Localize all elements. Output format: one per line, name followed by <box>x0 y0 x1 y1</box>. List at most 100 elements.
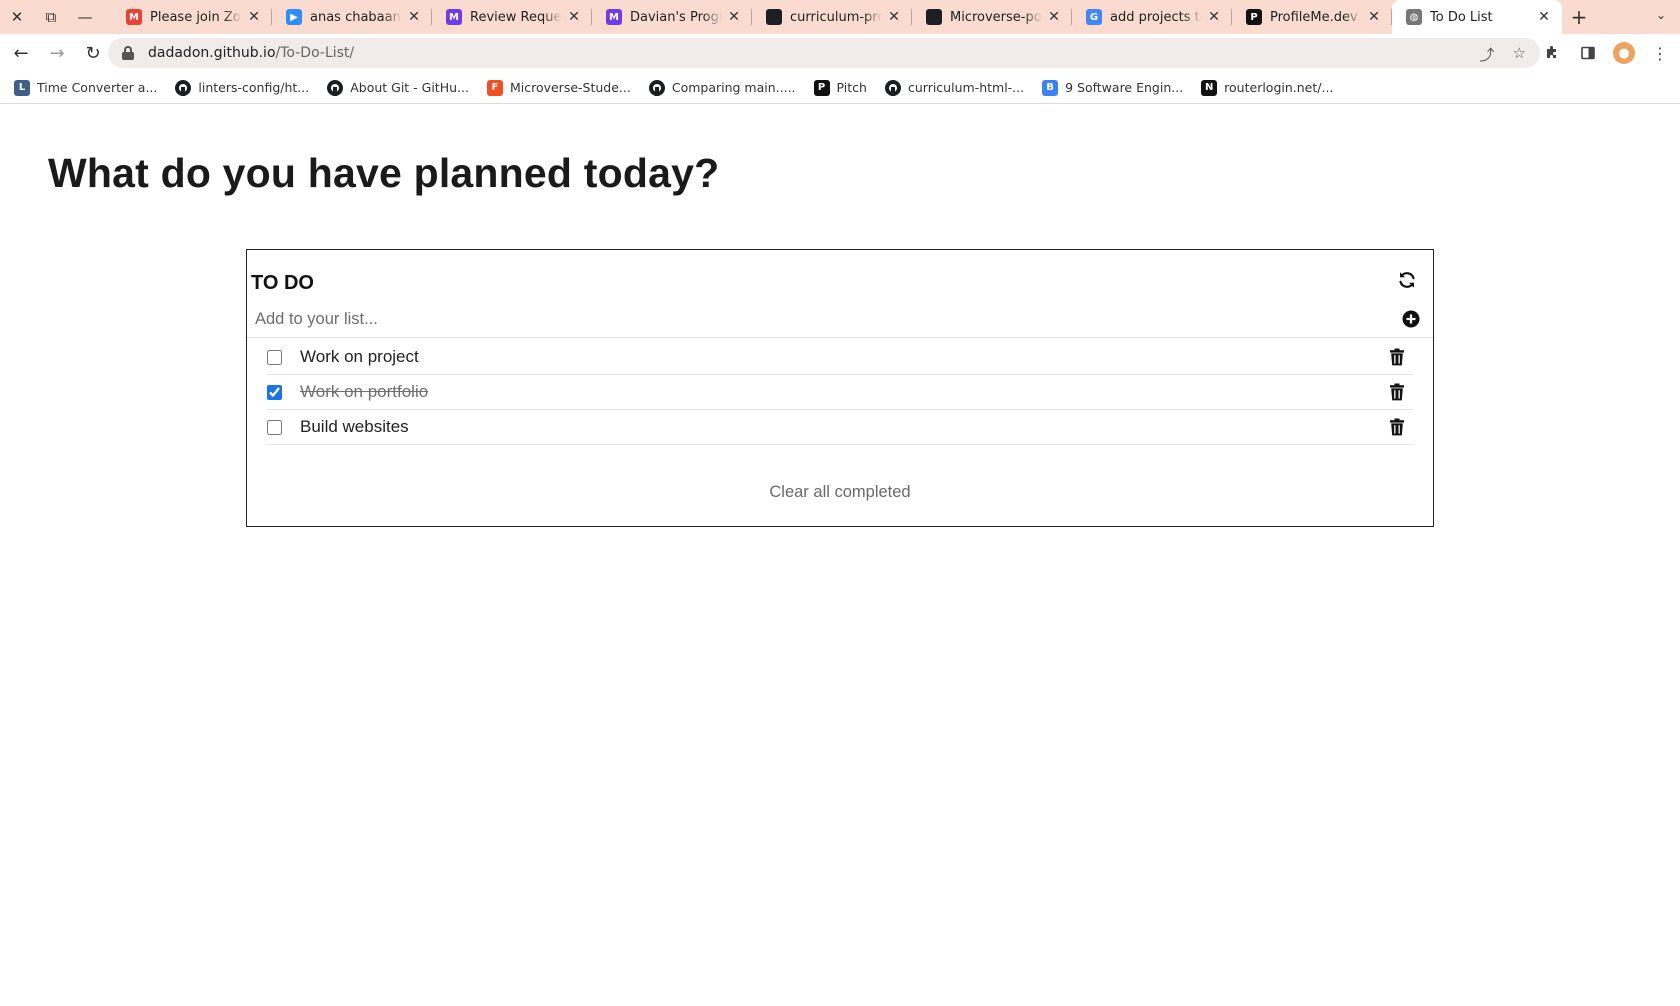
minimize-window-icon[interactable]: — <box>68 0 102 34</box>
tab-close-icon[interactable]: ✕ <box>1366 9 1382 25</box>
add-circle-icon[interactable] <box>1401 309 1421 329</box>
bookmark-label: Comparing main..... <box>671 80 796 95</box>
task-checkbox[interactable] <box>267 349 282 365</box>
bookmark-item[interactable]: P Pitch <box>813 79 867 96</box>
lock-icon[interactable] <box>122 46 134 60</box>
share-icon[interactable]: ⤴ <box>1480 44 1495 65</box>
task-checkbox[interactable] <box>267 419 282 435</box>
browser-tab[interactable]: M Review Request✕ <box>432 0 592 34</box>
bookmark-star-icon[interactable]: ☆ <box>1513 44 1526 65</box>
bookmark-item[interactable]: curriculum-html-... <box>884 79 1025 96</box>
bookmark-label: curriculum-html-... <box>907 80 1025 95</box>
browser-tab[interactable]: ◍ To Do List ✕ <box>1392 0 1562 34</box>
tab-title: curriculum-professional <box>790 9 882 25</box>
tab-close-icon[interactable]: ✕ <box>1536 9 1552 25</box>
restore-window-icon[interactable]: ⧉ <box>34 0 68 34</box>
todo-card: TO DO Work on project Work on portfolio Bu… <box>246 249 1434 527</box>
tab-title: Please join Zoom <box>150 9 242 25</box>
close-window-icon[interactable]: ✕ <box>0 0 34 34</box>
avatar-person-icon: ● <box>1613 42 1635 64</box>
figma-icon: F <box>486 79 503 96</box>
tab-title: To Do List <box>1430 9 1493 25</box>
side-panel-icon[interactable] <box>1574 38 1602 68</box>
url-host: dadadon.github.io <box>148 45 276 61</box>
trash-icon[interactable] <box>1389 383 1407 402</box>
card-header: TO DO <box>251 268 1433 298</box>
forward-arrow-icon[interactable]: → <box>42 38 72 68</box>
bookmark-label: routerlogin.net/... <box>1224 80 1334 95</box>
trash-icon[interactable] <box>1389 418 1407 437</box>
profileme-icon: P <box>1246 9 1262 25</box>
bookmark-item[interactable]: Comparing main..... <box>648 79 796 96</box>
task-item: Work on project <box>267 340 1413 375</box>
browser-tab[interactable]: curriculum-professional✕ <box>752 0 912 34</box>
microverse-icon: M <box>446 9 462 25</box>
zoom-icon: ▶ <box>286 9 302 25</box>
tab-close-icon[interactable]: ✕ <box>1046 9 1062 25</box>
github-icon <box>766 9 782 25</box>
tab-title: anas chabaane's <box>310 9 402 25</box>
github-icon <box>648 79 665 96</box>
tab-title: Davian's Progress <box>630 9 722 25</box>
bookmark-item[interactable]: B 9 Software Engin... <box>1042 79 1183 96</box>
address-bar[interactable]: dadadon.github.io/To-Do-List/ ⤴ ☆ <box>108 38 1540 68</box>
globe-icon: ◍ <box>1406 9 1422 25</box>
tab-close-icon[interactable]: ✕ <box>1206 9 1222 25</box>
microverse-icon: M <box>606 9 622 25</box>
bold-b-icon: B <box>1042 79 1059 96</box>
task-checkbox[interactable] <box>267 384 282 400</box>
new-tab-button[interactable]: + <box>1562 5 1596 29</box>
bookmark-label: linters-config/ht... <box>198 80 310 95</box>
gmail-icon: M <box>126 9 142 25</box>
github-icon <box>175 79 192 96</box>
trash-icon[interactable] <box>1389 348 1407 367</box>
bookmark-item[interactable]: L Time Converter a... <box>14 79 158 96</box>
bookmark-label: Time Converter a... <box>37 80 158 95</box>
task-item: Work on portfolio <box>267 375 1413 410</box>
bookmark-label: About Git - GitHu... <box>350 80 469 95</box>
tab-strip: ✕ ⧉ — MPlease join Zoom✕▶anas chabaane's… <box>0 0 1680 34</box>
github-icon <box>884 79 901 96</box>
tab-title: Review Request <box>470 9 562 25</box>
profile-avatar[interactable]: ● <box>1610 38 1638 68</box>
bookmark-item[interactable]: About Git - GitHu... <box>327 79 469 96</box>
task-text[interactable]: Work on project <box>300 347 419 367</box>
bookmark-label: Pitch <box>836 80 867 95</box>
github-icon <box>926 9 942 25</box>
browser-tab[interactable]: Gadd projects to github✕ <box>1072 0 1232 34</box>
back-arrow-icon[interactable]: ← <box>6 38 36 68</box>
task-text[interactable]: Build websites <box>300 417 409 437</box>
tab-close-icon[interactable]: ✕ <box>406 9 422 25</box>
tab-list: MPlease join Zoom✕▶anas chabaane's✕MRevi… <box>112 0 1562 34</box>
tab-title: add projects to github <box>1110 9 1202 25</box>
time-converter-icon: L <box>14 79 30 96</box>
tab-close-icon[interactable]: ✕ <box>886 9 902 25</box>
extensions-puzzle-icon[interactable] <box>1538 38 1566 68</box>
tab-close-icon[interactable]: ✕ <box>726 9 742 25</box>
browser-tab[interactable]: M Please join Zoom✕ <box>112 0 272 34</box>
task-item: Build websites <box>267 410 1413 445</box>
bookmark-item[interactable]: Nrouterlogin.net/... <box>1201 79 1334 96</box>
reload-icon[interactable]: ↻ <box>78 38 108 68</box>
browser-tab[interactable]: ▶ anas chabaane's✕ <box>272 0 432 34</box>
bookmark-item[interactable]: linters-config/ht... <box>175 79 310 96</box>
task-text[interactable]: Work on portfolio <box>300 382 428 402</box>
task-list: Work on project Work on portfolio Build we… <box>267 340 1413 445</box>
tab-title: Microverse-portfolio <box>950 9 1042 25</box>
browser-tab[interactable]: M Davian's Progress✕ <box>592 0 752 34</box>
bookmarks-bar: L Time Converter a... linters-config/ht...… <box>0 72 1680 104</box>
tab-close-icon[interactable]: ✕ <box>246 9 262 25</box>
url-path: /To-Do-List/ <box>275 45 355 61</box>
browser-menu-icon[interactable]: ⋮ <box>1646 38 1674 68</box>
browser-toolbar: ← → ↻ dadadon.github.io/To-Do-List/ ⤴ ☆ … <box>0 34 1680 72</box>
browser-tab[interactable]: P ProfileMe.dev | Create✕ <box>1232 0 1392 34</box>
add-task-input[interactable] <box>255 305 1355 333</box>
tab-close-icon[interactable]: ✕ <box>566 9 582 25</box>
browser-tab[interactable]: Microverse-portfolio✕ <box>912 0 1072 34</box>
tab-search-icon[interactable]: ⌄ <box>1656 8 1666 22</box>
refresh-icon[interactable] <box>1395 268 1419 292</box>
tab-title: ProfileMe.dev | Create <box>1270 9 1362 25</box>
add-task-row <box>247 300 1433 338</box>
bookmark-item[interactable]: F Microverse-Stude... <box>486 79 631 96</box>
clear-completed-button[interactable]: Clear all completed <box>247 483 1433 502</box>
